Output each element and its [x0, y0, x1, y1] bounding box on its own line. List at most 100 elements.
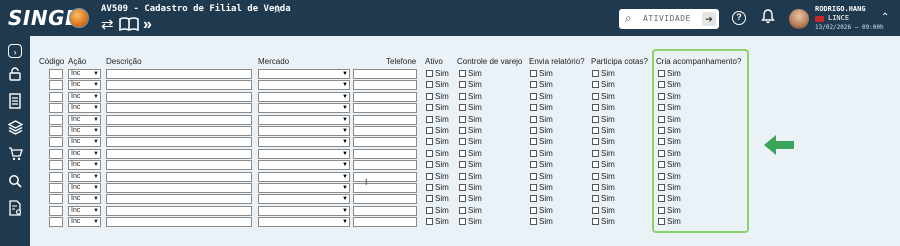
checkbox-box[interactable]: [459, 195, 466, 203]
search-icon[interactable]: [6, 174, 24, 192]
telefone-field[interactable]: [353, 148, 417, 159]
checkbox-box[interactable]: [459, 92, 466, 100]
checkbox-ativo[interactable]: Sim: [426, 206, 449, 216]
acao-select[interactable]: Inc ▼: [68, 194, 101, 205]
checkbox-box[interactable]: [530, 172, 537, 180]
favorite-star-icon[interactable]: ☆: [272, 2, 283, 16]
telefone-field[interactable]: [353, 69, 417, 79]
acao-select[interactable]: Inc ▼: [68, 160, 101, 171]
swap-icon[interactable]: ⇄: [101, 17, 114, 33]
checkbox-controle-varejo[interactable]: Sim: [459, 172, 482, 182]
checkbox-box[interactable]: [592, 149, 599, 157]
descricao-field[interactable]: [106, 69, 252, 79]
checkbox-box[interactable]: [459, 161, 466, 169]
activity-search[interactable]: ⌕ ATIVIDADE ➔: [619, 9, 719, 29]
checkbox-box[interactable]: [592, 115, 599, 123]
checkbox-participa-cotas[interactable]: Sim: [592, 194, 615, 204]
checkbox-participa-cotas[interactable]: Sim: [592, 80, 615, 90]
telefone-field[interactable]: [353, 114, 417, 125]
forward-icon[interactable]: »: [143, 17, 152, 33]
checkbox-ativo[interactable]: Sim: [426, 160, 449, 170]
checkbox-box[interactable]: [592, 104, 599, 112]
acao-select[interactable]: Inc ▼: [68, 103, 101, 114]
codigo-field[interactable]: [49, 103, 63, 114]
checkbox-envia-relatorio[interactable]: Sim: [530, 217, 553, 227]
acao-select[interactable]: Inc ▼: [68, 217, 101, 228]
checkbox-participa-cotas[interactable]: Sim: [592, 126, 615, 136]
checkbox-controle-varejo[interactable]: Sim: [459, 206, 482, 216]
telefone-field[interactable]: [353, 217, 417, 228]
telefone-field[interactable]: [353, 183, 417, 193]
checkbox-ativo[interactable]: Sim: [426, 172, 449, 182]
acao-select[interactable]: Inc ▼: [68, 91, 101, 102]
checkbox-box[interactable]: [459, 127, 466, 134]
checkbox-box[interactable]: [459, 184, 466, 191]
checkbox-box[interactable]: [530, 81, 537, 89]
acao-select[interactable]: Inc ▼: [68, 148, 101, 159]
checkbox-participa-cotas[interactable]: Sim: [592, 172, 615, 182]
checkbox-box[interactable]: [426, 161, 433, 169]
checkbox-box[interactable]: [530, 104, 537, 112]
checkbox-box[interactable]: [426, 115, 433, 123]
checkbox-envia-relatorio[interactable]: Sim: [530, 194, 553, 204]
descricao-field[interactable]: [106, 194, 252, 205]
descricao-field[interactable]: [106, 126, 252, 136]
acao-select[interactable]: Inc ▼: [68, 69, 101, 79]
avatar[interactable]: [789, 9, 809, 29]
checkbox-box[interactable]: [459, 81, 466, 89]
checkbox-ativo[interactable]: Sim: [426, 103, 449, 113]
codigo-field[interactable]: [49, 91, 63, 102]
telefone-field[interactable]: [353, 137, 417, 148]
checkbox-box[interactable]: [426, 206, 433, 214]
acao-select[interactable]: Inc ▼: [68, 205, 101, 216]
checkbox-envia-relatorio[interactable]: Sim: [530, 126, 553, 136]
checkbox-box[interactable]: [592, 195, 599, 203]
telefone-field[interactable]: [353, 103, 417, 114]
checkbox-box[interactable]: [426, 104, 433, 112]
acao-select[interactable]: Inc ▼: [68, 114, 101, 125]
mercado-select[interactable]: ▼: [258, 103, 350, 114]
checkbox-controle-varejo[interactable]: Sim: [459, 115, 482, 125]
telefone-field[interactable]: [353, 91, 417, 102]
checkbox-box[interactable]: [592, 138, 599, 146]
checkbox-ativo[interactable]: Sim: [426, 126, 449, 136]
codigo-field[interactable]: [49, 160, 63, 171]
lock-icon[interactable]: [6, 67, 24, 85]
checkbox-participa-cotas[interactable]: Sim: [592, 137, 615, 147]
checkbox-envia-relatorio[interactable]: Sim: [530, 103, 553, 113]
checkbox-ativo[interactable]: Sim: [426, 137, 449, 147]
descricao-field[interactable]: [106, 91, 252, 102]
checkbox-box[interactable]: [592, 172, 599, 180]
checkbox-box[interactable]: [530, 195, 537, 203]
checkbox-box[interactable]: [592, 206, 599, 214]
acao-select[interactable]: Inc ▼: [68, 171, 101, 182]
checkbox-box[interactable]: [592, 127, 599, 134]
checkbox-controle-varejo[interactable]: Sim: [459, 69, 482, 79]
checkbox-participa-cotas[interactable]: Sim: [592, 206, 615, 216]
codigo-field[interactable]: [49, 217, 63, 228]
telefone-field[interactable]: [353, 205, 417, 216]
mercado-select[interactable]: ▼: [258, 137, 350, 148]
checkbox-box[interactable]: [426, 149, 433, 157]
checkbox-controle-varejo[interactable]: Sim: [459, 194, 482, 204]
checkbox-participa-cotas[interactable]: Sim: [592, 115, 615, 125]
checkbox-box[interactable]: [459, 172, 466, 180]
checkbox-ativo[interactable]: Sim: [426, 80, 449, 90]
checkbox-controle-varejo[interactable]: Sim: [459, 103, 482, 113]
document-settings-icon[interactable]: [6, 200, 24, 218]
checkbox-box[interactable]: [459, 70, 466, 77]
telefone-field[interactable]: [353, 80, 417, 91]
acao-select[interactable]: Inc ▼: [68, 80, 101, 91]
checkbox-box[interactable]: [426, 172, 433, 180]
checkbox-controle-varejo[interactable]: Sim: [459, 80, 482, 90]
checkbox-box[interactable]: [426, 70, 433, 77]
checkbox-box[interactable]: [530, 70, 537, 77]
codigo-field[interactable]: [49, 80, 63, 91]
mercado-select[interactable]: ▼: [258, 126, 350, 136]
layers-icon[interactable]: [6, 120, 24, 138]
checkbox-controle-varejo[interactable]: Sim: [459, 137, 482, 147]
descricao-field[interactable]: [106, 171, 252, 182]
checkbox-controle-varejo[interactable]: Sim: [459, 126, 482, 136]
checkbox-box[interactable]: [530, 127, 537, 134]
checkbox-box[interactable]: [426, 138, 433, 146]
